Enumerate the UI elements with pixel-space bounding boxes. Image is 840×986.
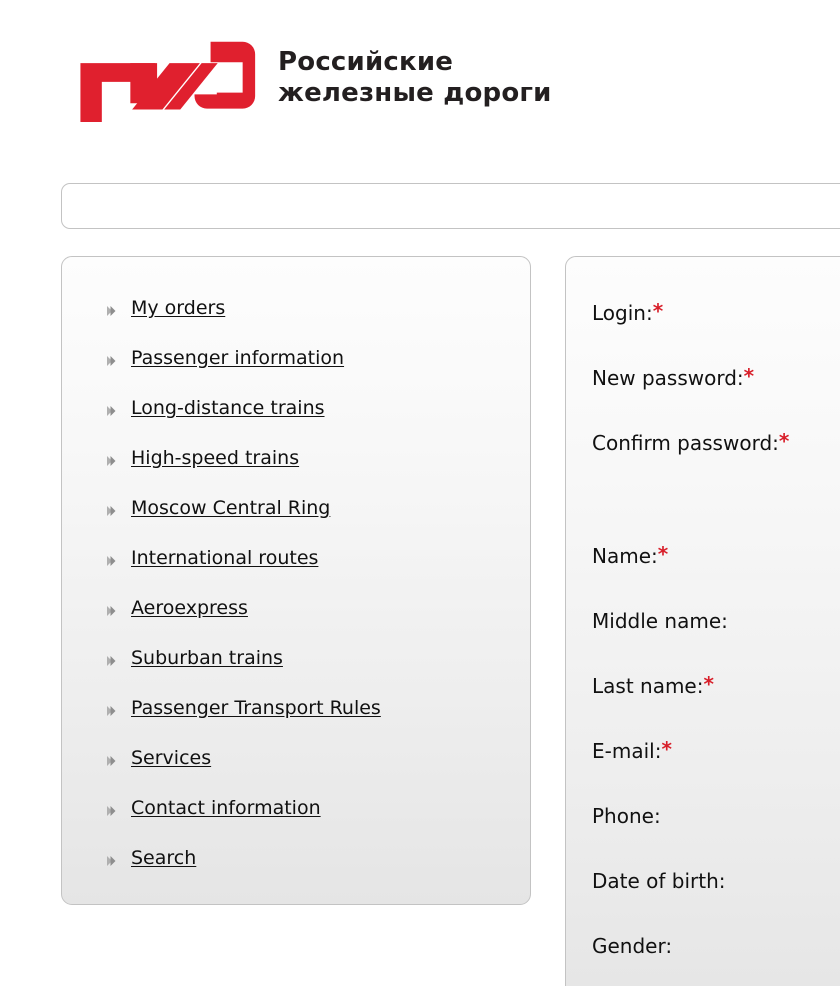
search-input[interactable]	[62, 184, 840, 228]
menu-item-link[interactable]: My orders	[131, 297, 225, 319]
chevron-double-right-icon	[106, 702, 116, 716]
form-field-row: Last name: *	[592, 674, 840, 739]
form-field-label: Date of birth:	[592, 869, 726, 893]
brand-name-line-2: железные дороги	[278, 78, 552, 108]
chevron-double-right-icon	[106, 852, 116, 866]
navigation-panel: My orders Passenger information Long-dista…	[61, 256, 531, 905]
form-field-row: Date of birth:	[592, 869, 840, 934]
required-asterisk-icon: *	[661, 737, 672, 761]
menu-item-link[interactable]: Passenger Transport Rules	[131, 697, 381, 719]
rzd-logo-icon	[80, 41, 256, 122]
required-asterisk-icon: *	[743, 364, 755, 388]
required-asterisk-icon: *	[703, 672, 714, 696]
menu-item[interactable]: Passenger Transport Rules	[62, 683, 530, 733]
brand-name-line-1: Российские	[278, 47, 454, 78]
chevron-double-right-icon	[106, 502, 116, 516]
form-field-label: Middle name:	[592, 609, 728, 633]
menu-item[interactable]: International routes	[62, 533, 530, 583]
navigation-menu: My orders Passenger information Long-dista…	[62, 257, 530, 883]
registration-form-panel: Login: * New password: * Confirm password: * N…	[565, 256, 840, 986]
page-root: Российские железные дороги My orders Pass…	[0, 0, 840, 986]
menu-item-link[interactable]: Moscow Central Ring	[131, 497, 330, 519]
menu-item-link[interactable]: High-speed trains	[131, 447, 299, 469]
menu-item[interactable]: Services	[62, 733, 530, 783]
top-search-bar[interactable]	[61, 183, 840, 229]
form-field-row: New password: *	[592, 366, 840, 431]
form-field-label: Last name:	[592, 674, 704, 698]
form-field-row: Confirm password: *	[592, 431, 840, 544]
menu-item-link[interactable]: Passenger information	[131, 347, 344, 369]
chevron-double-right-icon	[106, 602, 116, 616]
menu-item[interactable]: Moscow Central Ring	[62, 483, 530, 533]
form-field-label: New password:	[592, 366, 744, 390]
menu-item-link[interactable]: Long-distance trains	[131, 397, 325, 419]
form-field-row: Name: *	[592, 544, 840, 609]
chevron-double-right-icon	[106, 652, 116, 666]
brand-wordmark: Российские железные дороги	[278, 47, 552, 114]
form-field-row: E-mail: *	[592, 739, 840, 804]
chevron-double-right-icon	[106, 452, 116, 466]
required-asterisk-icon: *	[652, 299, 664, 323]
chevron-double-right-icon	[106, 802, 116, 816]
menu-item[interactable]: Contact information	[62, 783, 530, 833]
site-header: Российские железные дороги	[0, 0, 840, 160]
menu-item-link[interactable]: International routes	[131, 547, 318, 569]
menu-item-link[interactable]: Contact information	[131, 797, 321, 819]
menu-item[interactable]: Long-distance trains	[62, 383, 530, 433]
menu-item-link[interactable]: Suburban trains	[131, 647, 283, 669]
form-field-label: Login:	[592, 301, 653, 325]
form-field-row: Gender:	[592, 934, 840, 986]
registration-form-fields: Login: * New password: * Confirm password: * N…	[566, 257, 840, 986]
chevron-double-right-icon	[106, 402, 116, 416]
menu-item[interactable]: Search	[62, 833, 530, 883]
menu-item-link[interactable]: Aeroexpress	[131, 597, 248, 619]
chevron-double-right-icon	[106, 752, 116, 766]
brand-logo[interactable]: Российские железные дороги	[76, 40, 552, 122]
form-field-label: E-mail:	[592, 739, 662, 763]
menu-item-link[interactable]: Search	[131, 847, 196, 869]
menu-item[interactable]: High-speed trains	[62, 433, 530, 483]
form-field-label: Name:	[592, 544, 658, 568]
required-asterisk-icon: *	[778, 429, 790, 453]
menu-item-link[interactable]: Services	[131, 747, 211, 769]
chevron-double-right-icon	[106, 552, 116, 566]
chevron-double-right-icon	[106, 302, 116, 316]
form-field-row: Login: *	[592, 301, 840, 366]
form-field-label: Phone:	[592, 804, 661, 828]
form-field-label: Gender:	[592, 934, 673, 958]
menu-item[interactable]: Passenger information	[62, 333, 530, 383]
menu-item[interactable]: My orders	[62, 283, 530, 333]
menu-item[interactable]: Aeroexpress	[62, 583, 530, 633]
required-asterisk-icon: *	[657, 542, 669, 566]
menu-item[interactable]: Suburban trains	[62, 633, 530, 683]
form-field-row: Phone:	[592, 804, 840, 869]
chevron-double-right-icon	[106, 352, 116, 366]
form-field-label: Confirm password:	[592, 431, 779, 455]
form-field-row: Middle name:	[592, 609, 840, 674]
